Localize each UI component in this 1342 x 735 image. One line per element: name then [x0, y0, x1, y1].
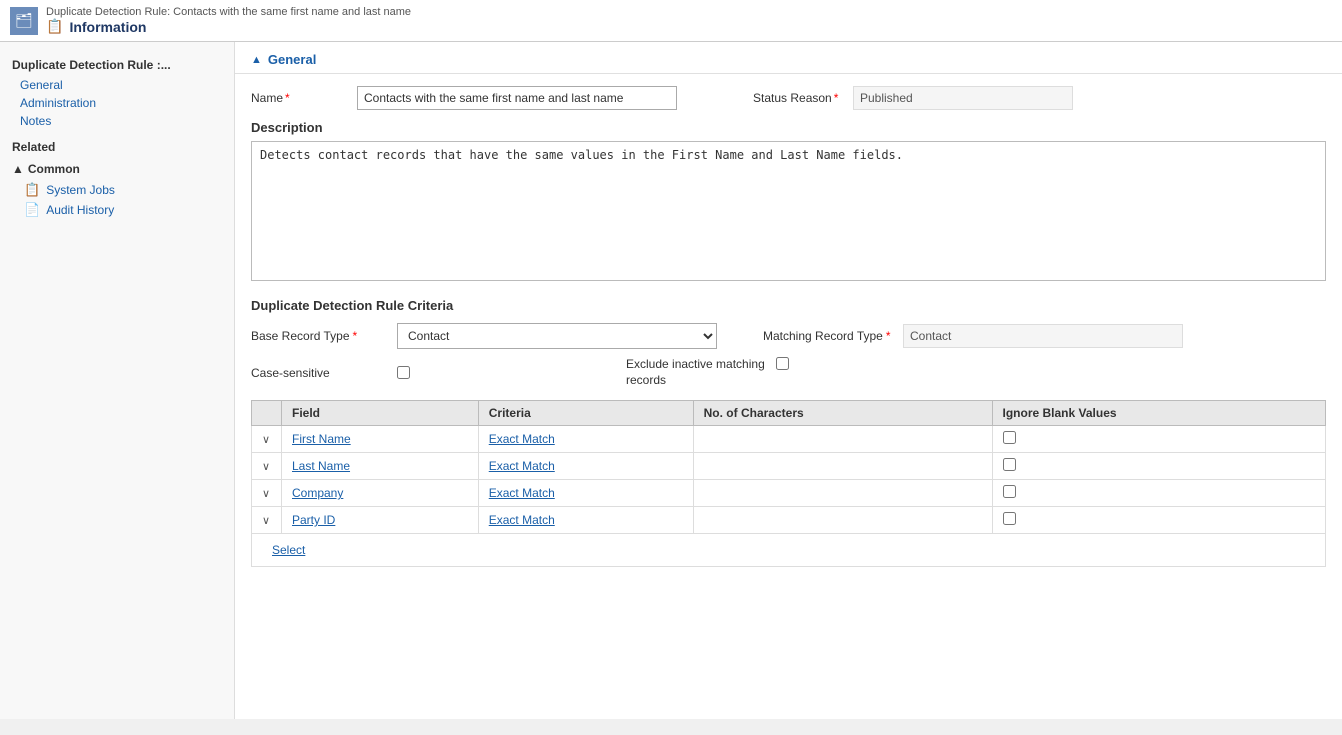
select-row: Select: [252, 534, 1326, 567]
name-label: Name *: [251, 91, 341, 105]
col-header-chars: No. of Characters: [693, 401, 992, 426]
row-field-2: Company: [282, 480, 479, 507]
header-title: 📋 Information: [46, 18, 411, 35]
main-layout: Duplicate Detection Rule :... General Ad…: [0, 42, 1342, 719]
base-required-indicator: *: [353, 329, 358, 343]
name-status-row: Name * Status Reason *: [251, 86, 1326, 110]
audit-history-icon: 📄: [24, 202, 40, 218]
criteria-link-0[interactable]: Exact Match: [489, 432, 555, 446]
information-icon: 📋: [46, 18, 63, 35]
row-criteria-2: Exact Match: [478, 480, 693, 507]
row-chars-3: [693, 507, 992, 534]
row-field-0: First Name: [282, 426, 479, 453]
record-type-row: Base Record Type * Contact Matching Reco…: [251, 323, 1326, 349]
sidebar-item-system-jobs[interactable]: 📋 System Jobs: [0, 180, 234, 200]
chevron-icon-1: ∨: [262, 461, 270, 473]
case-sensitive-checkbox[interactable]: [397, 366, 410, 379]
exclude-inactive-label: Exclude inactive matching records: [626, 357, 766, 388]
system-jobs-icon: 📋: [24, 182, 40, 198]
criteria-link-1[interactable]: Exact Match: [489, 459, 555, 473]
sidebar-item-administration[interactable]: Administration: [0, 94, 234, 112]
description-section: Description Detects contact records that…: [251, 120, 1326, 284]
matching-required-indicator: *: [886, 329, 891, 343]
chevron-icon-0: ∨: [262, 434, 270, 446]
sidebar-item-general[interactable]: General: [0, 76, 234, 94]
criteria-table: Field Criteria No. of Characters Ignore …: [251, 400, 1326, 567]
col-header-criteria: Criteria: [478, 401, 693, 426]
description-textarea[interactable]: Detects contact records that have the sa…: [251, 141, 1326, 281]
table-row: ∨ Last Name Exact Match: [252, 453, 1326, 480]
row-ignore-2: [992, 480, 1326, 507]
row-ignore-1: [992, 453, 1326, 480]
matching-record-input: [903, 324, 1183, 348]
status-required-indicator: *: [834, 91, 839, 105]
exclude-inactive-checkbox[interactable]: [776, 357, 789, 370]
criteria-section: Duplicate Detection Rule Criteria Base R…: [251, 298, 1326, 567]
row-chars-0: [693, 426, 992, 453]
row-ignore-3: [992, 507, 1326, 534]
ignore-blank-checkbox-0[interactable]: [1003, 431, 1016, 444]
row-field-1: Last Name: [282, 453, 479, 480]
row-ignore-0: [992, 426, 1326, 453]
sidebar-item-notes[interactable]: Notes: [0, 112, 234, 130]
base-record-label: Base Record Type *: [251, 329, 381, 343]
ignore-blank-checkbox-2[interactable]: [1003, 485, 1016, 498]
row-chevron-1: ∨: [252, 453, 282, 480]
sidebar-related-label: Related: [0, 130, 234, 158]
section-triangle-icon: ▲: [251, 54, 262, 66]
name-input[interactable]: [357, 86, 677, 110]
description-label: Description: [251, 120, 1326, 135]
row-field-3: Party ID: [282, 507, 479, 534]
table-row: ∨ First Name Exact Match: [252, 426, 1326, 453]
row-chars-1: [693, 453, 992, 480]
field-link-2[interactable]: Company: [292, 486, 343, 500]
select-cell: Select: [252, 534, 1326, 567]
case-sensitive-row: Case-sensitive Exclude inactive matching…: [251, 357, 1326, 388]
col-header-ignore-blank: Ignore Blank Values: [992, 401, 1326, 426]
name-required-indicator: *: [285, 91, 290, 105]
criteria-title: Duplicate Detection Rule Criteria: [251, 298, 1326, 313]
sidebar-common-header: ▲ Common: [0, 158, 234, 180]
header-subtitle: Duplicate Detection Rule: Contacts with …: [46, 6, 411, 18]
main-content: ▲ General Name * Status Reason *: [235, 42, 1342, 719]
header-icon: 🗂: [10, 7, 38, 35]
case-sensitive-label: Case-sensitive: [251, 366, 381, 380]
row-chevron-0: ∨: [252, 426, 282, 453]
header-bar: 🗂 Duplicate Detection Rule: Contacts wit…: [0, 0, 1342, 42]
ignore-blank-checkbox-1[interactable]: [1003, 458, 1016, 471]
section-header: ▲ General: [235, 42, 1342, 74]
common-triangle-icon: ▲: [12, 162, 24, 176]
sidebar-section-title: Duplicate Detection Rule :...: [0, 52, 234, 76]
criteria-link-3[interactable]: Exact Match: [489, 513, 555, 527]
row-criteria-1: Exact Match: [478, 453, 693, 480]
criteria-link-2[interactable]: Exact Match: [489, 486, 555, 500]
matching-record-label: Matching Record Type *: [763, 329, 893, 343]
chevron-icon-3: ∨: [262, 515, 270, 527]
field-link-1[interactable]: Last Name: [292, 459, 350, 473]
row-chevron-2: ∨: [252, 480, 282, 507]
table-row: ∨ Company Exact Match: [252, 480, 1326, 507]
field-link-3[interactable]: Party ID: [292, 513, 335, 527]
select-link[interactable]: Select: [262, 539, 315, 561]
row-criteria-0: Exact Match: [478, 426, 693, 453]
col-header-chevron: [252, 401, 282, 426]
row-criteria-3: Exact Match: [478, 507, 693, 534]
sidebar-item-audit-history[interactable]: 📄 Audit History: [0, 200, 234, 220]
col-header-field: Field: [282, 401, 479, 426]
status-input: [853, 86, 1073, 110]
status-label: Status Reason *: [753, 91, 843, 105]
chevron-icon-2: ∨: [262, 488, 270, 500]
ignore-blank-checkbox-3[interactable]: [1003, 512, 1016, 525]
form-body: Name * Status Reason * Description Detec…: [235, 74, 1342, 579]
table-row: ∨ Party ID Exact Match: [252, 507, 1326, 534]
header-title-block: Duplicate Detection Rule: Contacts with …: [46, 6, 411, 35]
section-title: General: [268, 52, 316, 67]
row-chars-2: [693, 480, 992, 507]
field-link-0[interactable]: First Name: [292, 432, 351, 446]
base-record-select[interactable]: Contact: [397, 323, 717, 349]
row-chevron-3: ∨: [252, 507, 282, 534]
sidebar: Duplicate Detection Rule :... General Ad…: [0, 42, 235, 719]
